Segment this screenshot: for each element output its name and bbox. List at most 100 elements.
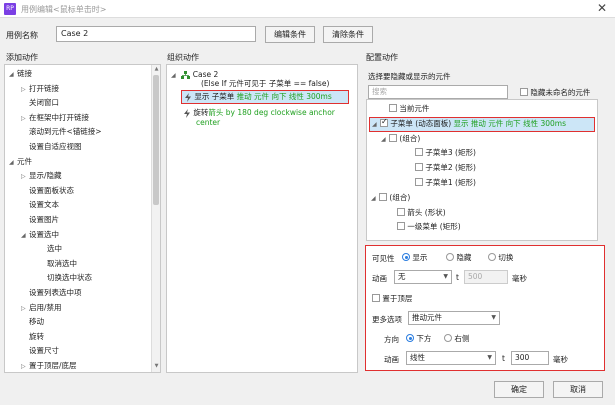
action-list-item[interactable]: 选中 — [39, 244, 62, 254]
checkbox[interactable] — [415, 178, 423, 186]
checkbox[interactable] — [372, 294, 380, 302]
action-label: 设置文本 — [29, 200, 59, 210]
action-list-item[interactable]: 设置面板状态 — [21, 186, 74, 196]
scroll-up-icon[interactable]: ▲ — [152, 66, 160, 72]
hide-unnamed-checkbox[interactable]: 隐藏未命名的元件 — [520, 87, 590, 98]
scrollbar[interactable]: ▲ ▼ — [151, 65, 160, 372]
action-list-item[interactable]: ◢ 链接 — [9, 69, 32, 80]
duration2-input[interactable]: 300 — [511, 351, 549, 365]
collapse-icon[interactable]: ◢ — [381, 135, 389, 145]
widget-tree-item[interactable]: 子菜单3 (矩形) — [407, 148, 476, 158]
checkbox[interactable] — [389, 104, 397, 112]
collapse-icon[interactable]: ◢ — [371, 194, 379, 204]
direction-down-radio[interactable]: 下方 — [406, 333, 431, 344]
direction-right-radio[interactable]: 右侧 — [444, 333, 469, 344]
expand-icon[interactable]: ◢ — [9, 158, 17, 168]
action-show-submenu[interactable]: 显示 子菜单 推动 元件 向下 线性 300ms — [181, 90, 349, 104]
action-list-item[interactable]: ▷ 启用/禁用 — [21, 303, 62, 314]
checkbox[interactable] — [520, 88, 528, 96]
checkbox[interactable] — [389, 133, 397, 142]
search-placeholder: 搜索 — [372, 87, 387, 96]
expand-icon[interactable]: ◢ — [21, 231, 29, 241]
action-list-item[interactable]: 设置图片 — [21, 215, 59, 225]
widget-tree-item[interactable]: ◢ (组合) — [381, 133, 420, 145]
collapse-icon[interactable]: ◢ — [372, 120, 380, 130]
widget-tree-item[interactable]: 当前元件 — [381, 104, 429, 114]
animation2-select[interactable]: 线性 ▼ — [406, 351, 496, 365]
checkbox[interactable] — [397, 222, 405, 231]
organize-actions-panel: ◢ Case 2 (Else If 元件可见于 子菜单 == false) 显示… — [166, 64, 358, 373]
action-list-item[interactable]: 设置自适应视图 — [21, 142, 82, 152]
action-label: 设置图片 — [29, 215, 59, 224]
action-list-item[interactable]: ◢ 元件 — [9, 157, 32, 168]
case-name-input[interactable]: Case 2 — [56, 26, 256, 42]
show-radio[interactable]: 显示 — [402, 252, 427, 263]
toggle-radio[interactable]: 切换 — [488, 252, 513, 263]
action-list-item[interactable]: ▷ 在框架中打开链接 — [21, 113, 89, 124]
action-list-item[interactable]: 设置尺寸 — [21, 346, 59, 356]
direction-label: 方向 — [384, 335, 399, 344]
widget-label: 子菜单3 (矩形) — [425, 148, 476, 158]
radio-selected[interactable] — [406, 334, 414, 342]
collapse-icon[interactable]: ◢ — [171, 71, 179, 81]
action-list-item[interactable]: 设置文本 — [21, 200, 59, 210]
clear-condition-button[interactable]: 清除条件 — [323, 26, 373, 43]
action-list-item[interactable]: 取消选中 — [39, 259, 77, 269]
checkbox[interactable] — [397, 207, 405, 216]
edit-condition-button[interactable]: 编辑条件 — [265, 26, 315, 43]
action-list-item[interactable]: 移动 — [21, 317, 44, 327]
ms2-label: 毫秒 — [553, 355, 568, 364]
action-list-item[interactable]: ▷ 置于顶层/底层 — [21, 361, 77, 372]
expand-icon[interactable]: ◢ — [9, 70, 17, 80]
expand-icon[interactable]: ▷ — [21, 304, 29, 314]
action-label: 显示/隐藏 — [29, 171, 62, 181]
action-prefix: 旋转 — [193, 108, 209, 117]
chevron-down-icon: ▼ — [443, 273, 448, 280]
action-list-item[interactable]: ◢ 设置选中 — [21, 230, 59, 241]
expand-icon[interactable]: ▷ — [21, 172, 29, 182]
widget-tree-item[interactable]: ◢ (组合) — [371, 192, 410, 204]
widget-tree-item[interactable]: ◢ 子菜单 (动态面板) 显示 推动 元件 向下 线性 300ms — [369, 117, 595, 132]
organize-actions-heading: 组织动作 — [167, 53, 199, 62]
widget-tree-item[interactable]: 子菜单1 (矩形) — [407, 178, 476, 188]
case-condition: (Else If 元件可见于 子菜单 == false) — [201, 79, 330, 88]
search-input[interactable]: 搜索 — [368, 85, 508, 99]
checkbox[interactable] — [380, 117, 388, 127]
widget-tree-item[interactable]: 子菜单2 (矩形) — [407, 163, 476, 173]
scroll-down-icon[interactable]: ▼ — [152, 363, 160, 369]
expand-icon[interactable]: ▷ — [21, 362, 29, 372]
action-list-item[interactable]: 关闭窗口 — [21, 98, 59, 108]
duration-input[interactable]: 500 — [464, 270, 508, 284]
expand-icon[interactable]: ▷ — [21, 85, 29, 95]
action-label: 选中 — [47, 244, 62, 254]
action-list-item[interactable]: 切换选中状态 — [39, 273, 92, 283]
radio-selected[interactable] — [402, 253, 410, 261]
close-icon[interactable]: ✕ — [595, 1, 609, 15]
checkbox[interactable] — [379, 192, 387, 201]
action-list-item[interactable]: ▷ 打开链接 — [21, 84, 59, 95]
bring-to-front-checkbox[interactable]: 置于顶层 — [372, 293, 412, 304]
animation-select[interactable]: 无 ▼ — [394, 270, 452, 284]
hide-radio[interactable]: 隐藏 — [446, 252, 471, 263]
ok-button[interactable]: 确定 — [494, 381, 544, 398]
widget-tree-item[interactable]: 箭头 (形状) — [389, 207, 446, 218]
action-list-item[interactable]: 滚动到元件<锚链接> — [21, 127, 102, 137]
action-list-item[interactable]: 设置列表选中项 — [21, 288, 82, 298]
widget-tree-item[interactable]: 一级菜单 (矩形) — [389, 222, 461, 232]
scrollbar-thumb[interactable] — [153, 75, 159, 205]
ms-label: 毫秒 — [512, 274, 527, 283]
action-list-item[interactable]: 旋转 — [21, 332, 44, 342]
radio[interactable] — [446, 253, 454, 261]
cancel-button[interactable]: 取消 — [553, 381, 603, 398]
radio[interactable] — [488, 253, 496, 261]
expand-icon[interactable]: ▷ — [21, 114, 29, 124]
show-label: 显示 — [412, 253, 428, 262]
radio[interactable] — [444, 334, 452, 342]
action-label: 设置自适应视图 — [29, 142, 82, 151]
more-options-select[interactable]: 推动元件 ▼ — [408, 311, 500, 325]
checkbox[interactable] — [415, 148, 423, 157]
action-label: 移动 — [29, 317, 44, 327]
action-list-item[interactable]: ▷ 显示/隐藏 — [21, 171, 62, 182]
checkbox[interactable] — [415, 163, 423, 172]
action-rotate-arrow[interactable]: 旋转箭头 by 180 deg clockwise anchor — [183, 108, 335, 118]
